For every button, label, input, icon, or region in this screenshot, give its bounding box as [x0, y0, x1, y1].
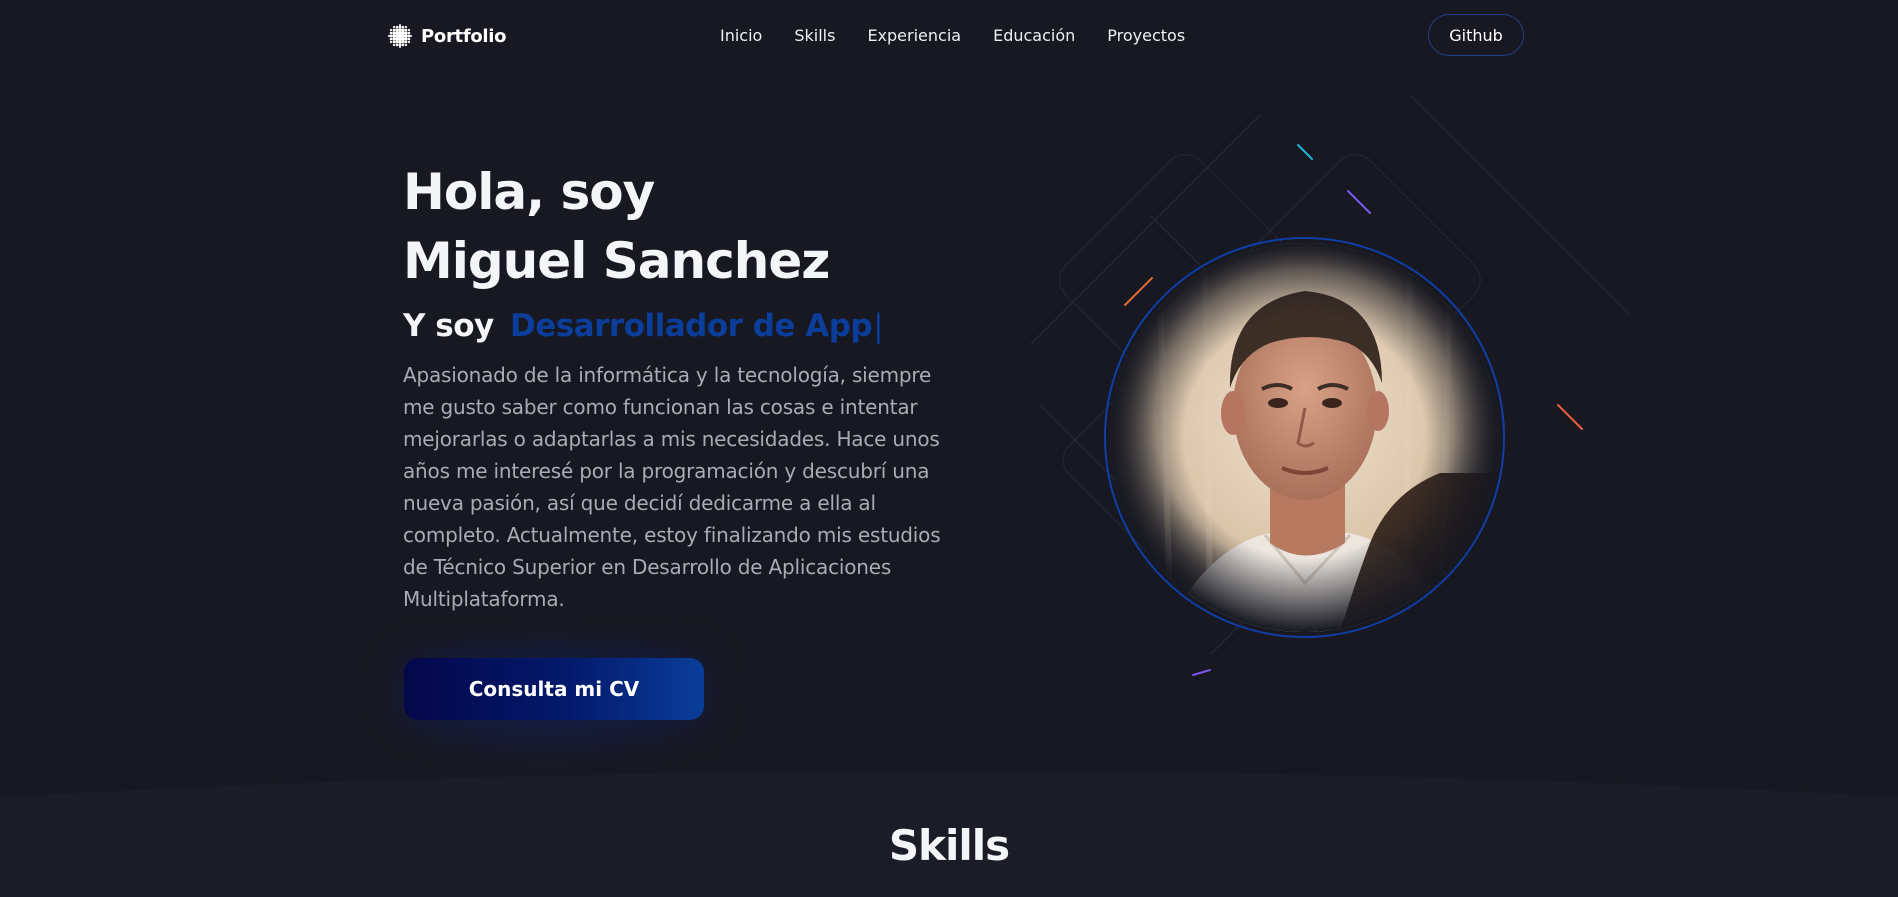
hero-role: Y soy Desarrollador de App| [403, 306, 884, 346]
role-typed-text: Desarrollador de App [510, 308, 873, 344]
github-button[interactable]: Github [1428, 14, 1524, 56]
nav-link-educacion[interactable]: Educación [977, 24, 1091, 48]
profile-photo [1110, 243, 1499, 632]
dot-grid-logo-icon [388, 24, 412, 48]
skills-section-title: Skills [888, 821, 1010, 870]
nav-link-experiencia[interactable]: Experiencia [851, 24, 977, 48]
avatar [1110, 243, 1499, 632]
brand-name: Portfolio [421, 25, 507, 47]
nav-link-proyectos[interactable]: Proyectos [1091, 24, 1201, 48]
brand-logo-link[interactable]: Portfolio [386, 22, 507, 50]
role-prefix: Y soy [403, 308, 494, 344]
navbar: Portfolio Inicio Skills Experiencia Educ… [0, 0, 1898, 72]
hero-title: Hola, soy Miguel Sanchez [403, 158, 963, 296]
typing-caret: | [873, 308, 884, 344]
nav-link-skills[interactable]: Skills [778, 24, 851, 48]
cv-button[interactable]: Consulta mi CV [404, 658, 704, 720]
hero-name: Miguel Sanchez [403, 232, 830, 290]
hero-description: Apasionado de la informática y la tecnol… [403, 363, 941, 611]
nav-links: Inicio Skills Experiencia Educación Proy… [705, 24, 1201, 48]
nav-link-inicio[interactable]: Inicio [705, 24, 778, 48]
hero-greeting-line1: Hola, soy [403, 163, 655, 221]
